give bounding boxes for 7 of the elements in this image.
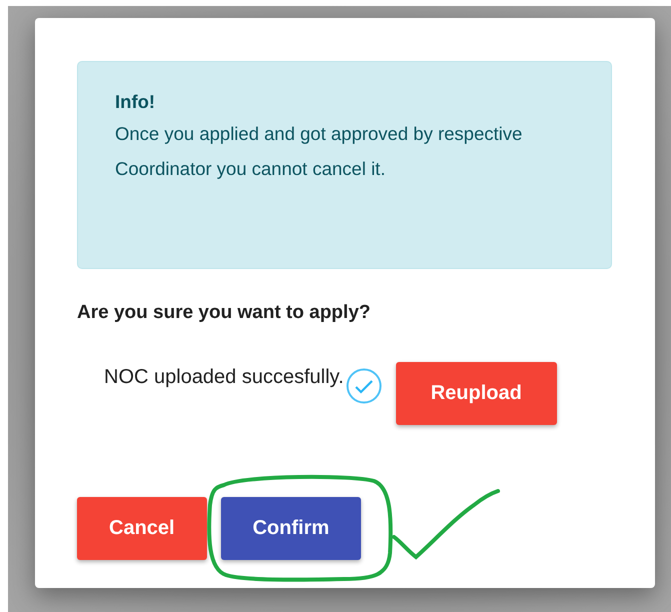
upload-status: NOC uploaded succesfully. — [104, 366, 344, 389]
alert-message: Once you applied and got approved by respective Coordinator you cannot cancel it. — [115, 122, 524, 181]
cancel-button[interactable]: Cancel — [77, 497, 207, 560]
alert-title: Info! — [115, 90, 156, 114]
confirm-button[interactable]: Confirm — [220, 497, 362, 560]
reupload-button[interactable]: Reupload — [396, 362, 557, 425]
confirm-question: Are you sure you want to apply? — [77, 302, 372, 324]
